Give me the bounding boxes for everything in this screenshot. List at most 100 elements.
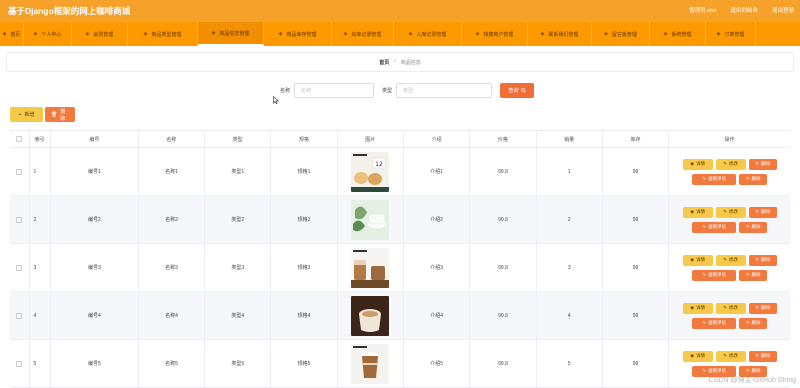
view-reviews-button[interactable]: ✎ 查看评论 <box>692 221 737 233</box>
eye-icon: ◉ <box>690 209 695 214</box>
comment-icon: ✎ <box>702 320 706 325</box>
user-icon: ◈ <box>33 31 38 37</box>
type-search-input[interactable]: 类型 <box>396 83 493 98</box>
edit-button[interactable]: ✎ 修改 <box>715 158 746 170</box>
trash-icon: ✕ <box>755 209 759 214</box>
cell-intro: 介绍2 <box>404 196 471 243</box>
detail-button[interactable]: ◉ 详情 <box>682 206 713 218</box>
nav-item-0[interactable]: ◈ 首页 <box>0 22 24 46</box>
breadcrumb-home[interactable]: 首页 <box>379 59 389 66</box>
cell-image <box>338 292 404 339</box>
detail-button[interactable]: ◉ 详情 <box>682 350 713 362</box>
nav-item-7[interactable]: ◈ 入库记录管理 <box>394 22 462 46</box>
users-icon: ◈ <box>85 31 90 37</box>
table-row: 3 编号3 名称3 类型3 规格3 介绍3 99.9 3 99 ◉ 详情 ✎ 修改 ✕ 删除 ✎ 查看评论 ✕ 删除 <box>10 244 790 292</box>
delete-button[interactable]: ✕ 删除 <box>748 158 777 170</box>
edit-icon: ✎ <box>723 161 727 166</box>
nav-item-8[interactable]: ◈ 快捷商户管理 <box>462 22 528 46</box>
comment-icon: ✎ <box>702 176 706 181</box>
search-bar: 名称 名称 类型 类型 查询 <box>280 83 535 98</box>
delete-button-2[interactable]: ✕ 删除 <box>739 221 768 233</box>
edit-icon: ✎ <box>723 257 727 262</box>
nav-item-label: 入库记录管理 <box>416 31 447 38</box>
cell-code: 编号3 <box>51 244 139 291</box>
header-operations: 操作 <box>724 136 735 143</box>
product-image[interactable] <box>351 295 390 336</box>
add-button[interactable]: + 新增 <box>10 107 43 122</box>
nav-item-label: 商品库存管理 <box>286 31 317 38</box>
row-checkbox[interactable] <box>16 168 23 175</box>
edit-button[interactable]: ✎ 修改 <box>715 206 746 218</box>
cell-code: 编号5 <box>51 340 139 387</box>
delete-button[interactable]: ✕ 删除 <box>748 254 777 266</box>
select-all-cell <box>10 131 30 147</box>
review-label: 查看评论 <box>708 272 726 277</box>
view-reviews-button[interactable]: ✎ 查看评论 <box>692 173 737 185</box>
delete-button[interactable]: ✕ 删除 <box>748 350 777 362</box>
select-cell <box>10 292 30 339</box>
detail-button[interactable]: ◉ 详情 <box>682 158 713 170</box>
delete-label: 删除 <box>761 161 770 166</box>
nav-item-5[interactable]: ◈ 商品库存管理 <box>264 22 332 46</box>
nav-item-label: 个人中心 <box>41 31 62 38</box>
product-image[interactable] <box>351 343 390 384</box>
row-checkbox[interactable] <box>16 264 23 271</box>
detail-button[interactable]: ◉ 详情 <box>682 302 713 314</box>
select-cell <box>10 340 30 387</box>
back-to-front-link[interactable]: 退出到前台 <box>730 6 758 14</box>
nav-item-label: 联系我们管理 <box>548 31 579 38</box>
delete-label-2: 删除 <box>751 320 761 325</box>
row-checkbox[interactable] <box>16 216 23 223</box>
delete-button-2[interactable]: ✕ 删除 <box>739 173 768 185</box>
detail-button[interactable]: ◉ 详情 <box>682 254 713 266</box>
delete-button[interactable]: ✕ 删除 <box>748 302 777 314</box>
nav-item-1[interactable]: ◈ 个人中心 <box>24 22 72 46</box>
nav-item-6[interactable]: ◈ 出库记录管理 <box>332 22 394 46</box>
nav-item-label: 首页 <box>10 31 21 38</box>
delete-button[interactable]: ✕ 删除 <box>748 206 777 218</box>
row-checkbox[interactable] <box>16 312 23 319</box>
batch-delete-button[interactable]: 🗑 删除 <box>45 107 75 122</box>
svg-text:12: 12 <box>376 161 384 168</box>
cell-type: 类型4 <box>205 292 272 339</box>
name-search-input[interactable]: 名称 <box>294 83 375 98</box>
cell-stock: 99 <box>603 340 670 387</box>
logout-link[interactable]: 退出登录 <box>772 6 794 14</box>
search-button[interactable]: 查询 <box>500 83 535 98</box>
nav-item-3[interactable]: ◈ 商品类型管理 <box>128 22 198 46</box>
product-image[interactable] <box>351 199 390 240</box>
cell-type: 类型2 <box>205 196 272 243</box>
cell-image <box>338 244 404 291</box>
nav-item-12[interactable]: ◈ 订单管理 <box>706 22 756 46</box>
nav-item-9[interactable]: ◈ 联系我们管理 <box>528 22 592 46</box>
product-image[interactable] <box>351 247 390 288</box>
product-image[interactable]: 12 <box>351 151 390 192</box>
order-icon: ◈ <box>716 31 721 37</box>
view-reviews-button[interactable]: ✎ 查看评论 <box>692 269 737 281</box>
select-all-checkbox[interactable] <box>16 136 23 142</box>
cell-spec: 规格4 <box>271 292 338 339</box>
delete-button-2[interactable]: ✕ 删除 <box>739 269 768 281</box>
cell-index: 3 <box>30 244 52 291</box>
ops-line-1: ◉ 详情 ✎ 修改 ✕ 删除 <box>682 302 777 314</box>
cell-image: 12 <box>338 148 404 195</box>
delete-label-2: 删除 <box>751 176 761 181</box>
header-image: 图片 <box>338 131 404 147</box>
nav-item-11[interactable]: ◈ 系统管理 <box>650 22 706 46</box>
delete-label-2: 删除 <box>751 368 761 373</box>
nav-item-label: 出库记录管理 <box>351 31 382 38</box>
view-reviews-button[interactable]: ✎ 查看评论 <box>692 317 737 329</box>
edit-button[interactable]: ✎ 修改 <box>715 254 746 266</box>
delete-button-2[interactable]: ✕ 删除 <box>739 317 768 329</box>
trash-icon: ✕ <box>755 161 759 166</box>
nav-item-4[interactable]: ◈ 商品信息管理 <box>198 22 264 46</box>
detail-label: 详情 <box>696 209 706 214</box>
edit-button[interactable]: ✎ 修改 <box>715 350 746 362</box>
admin-name: 管理员 abo <box>689 8 717 14</box>
nav-item-2[interactable]: ◈ 会员管理 <box>72 22 128 46</box>
edit-button[interactable]: ✎ 修改 <box>715 302 746 314</box>
row-checkbox[interactable] <box>16 360 23 367</box>
nav-item-10[interactable]: ◈ 留言板管理 <box>592 22 650 46</box>
table-actions: + 新增 🗑 删除 <box>10 107 75 122</box>
cell-type: 类型5 <box>205 340 272 387</box>
